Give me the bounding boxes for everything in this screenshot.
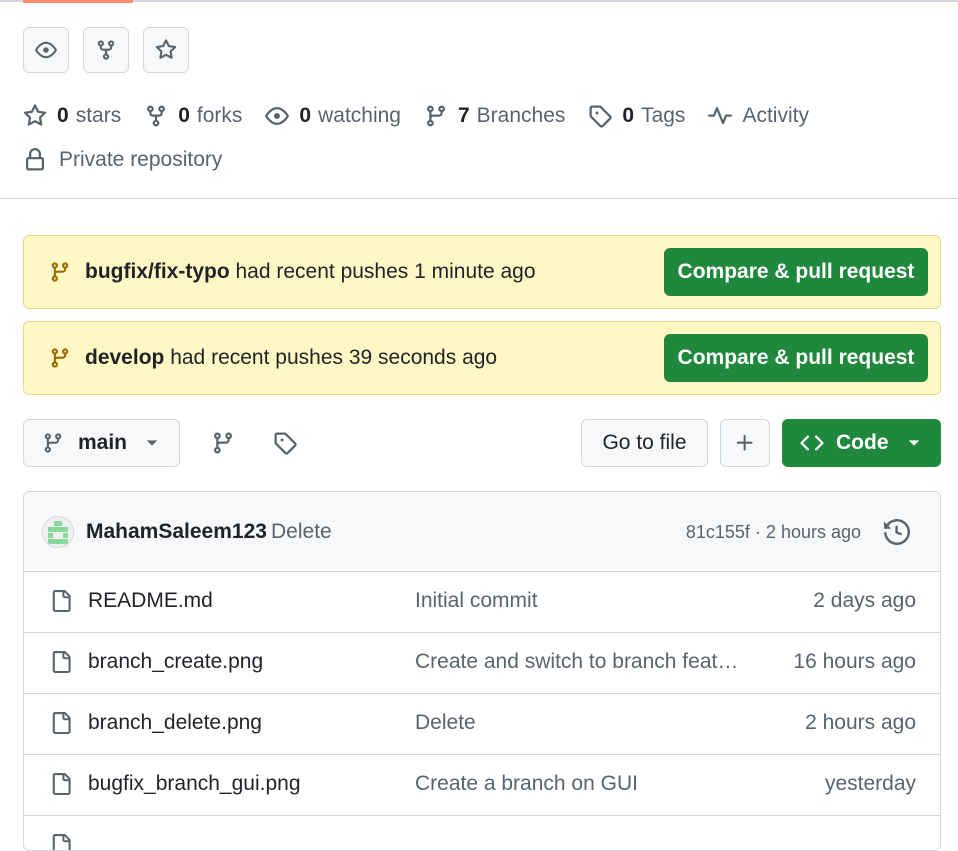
watching-link[interactable]: 0 watching: [265, 104, 401, 128]
tags-count: 0: [622, 104, 635, 127]
table-row: [24, 815, 940, 850]
file-commit-time: 2 hours ago: [805, 711, 916, 734]
file-icon: [52, 651, 71, 673]
branches-label: Branches: [476, 104, 566, 127]
branches-count: 7: [457, 104, 470, 127]
tags-link[interactable]: 0 Tags: [588, 104, 685, 128]
stars-link[interactable]: 0 stars: [23, 104, 121, 128]
banner-branch-name[interactable]: develop: [85, 346, 164, 369]
compare-pull-request-button[interactable]: Compare & pull request: [664, 334, 928, 382]
add-file-button[interactable]: [720, 419, 770, 467]
table-row: README.md Initial commit 2 days ago: [24, 571, 940, 633]
file-name[interactable]: bugfix_branch_gui.png: [88, 772, 301, 796]
repo-forked-icon: [97, 40, 115, 60]
file-name[interactable]: branch_delete.png: [88, 711, 262, 735]
banner-message: develop had recent pushes 39 seconds ago: [85, 346, 497, 370]
git-branch-icon: [426, 105, 445, 127]
git-branch-icon: [44, 433, 62, 453]
banner-message: bugfix/fix-typo had recent pushes 1 minu…: [85, 260, 536, 284]
file-commit-message[interactable]: Delete: [415, 711, 476, 735]
branch-selector[interactable]: main: [23, 419, 180, 467]
activity-link[interactable]: Activity: [708, 104, 809, 128]
file-commit-time: yesterday: [824, 772, 916, 795]
repo-forked-icon: [147, 105, 166, 127]
recent-push-banner: bugfix/fix-typo had recent pushes 1 minu…: [23, 235, 941, 309]
banner-text: had recent pushes 1 minute ago: [235, 260, 536, 283]
active-tab-indicator: [23, 0, 133, 3]
file-icon: [52, 712, 71, 734]
header-divider: [0, 0, 958, 2]
section-divider: [0, 198, 958, 199]
eye-icon: [265, 107, 290, 125]
go-to-file-button[interactable]: Go to file: [581, 419, 708, 467]
lock-icon: [26, 148, 44, 171]
file-name[interactable]: branch_create.png: [88, 650, 263, 674]
file-commit-message[interactable]: Create and switch to branch feat…: [415, 650, 738, 674]
repo-visibility: Private repository: [23, 144, 222, 176]
code-button[interactable]: Code: [782, 419, 941, 467]
forks-label: forks: [196, 104, 243, 127]
compare-pull-request-button[interactable]: Compare & pull request: [664, 248, 928, 296]
triangle-down-icon: [908, 440, 919, 446]
visibility-label: Private repository: [59, 148, 223, 171]
watching-count: 0: [299, 104, 312, 127]
star-icon: [23, 104, 47, 126]
file-commit-message[interactable]: Create a branch on GUI: [415, 772, 638, 796]
commit-hash-time[interactable]: 81c155f · 2 hours ago: [686, 522, 861, 543]
git-branch-icon[interactable]: [211, 431, 235, 455]
branches-link[interactable]: 7 Branches: [424, 104, 565, 128]
file-list: MahamSaleem123 Delete 81c155f · 2 hours …: [23, 491, 941, 851]
file-icon: [52, 834, 71, 850]
file-icon: [52, 773, 71, 795]
avatar[interactable]: [42, 516, 74, 548]
banner-branch-name[interactable]: bugfix/fix-typo: [85, 260, 230, 283]
branch-name: main: [78, 431, 128, 454]
history-icon[interactable]: [884, 519, 910, 545]
table-row: bugfix_branch_gui.png Create a branch on…: [24, 754, 940, 816]
forks-count: 0: [178, 104, 190, 127]
banner-text: had recent pushes 39 seconds ago: [170, 346, 498, 369]
star-icon: [155, 39, 177, 59]
identicon-icon: [43, 517, 73, 547]
file-icon: [52, 590, 71, 612]
stars-label: stars: [75, 104, 122, 127]
recent-push-banner: develop had recent pushes 39 seconds ago…: [23, 321, 941, 395]
forks-link[interactable]: 0 forks: [144, 104, 242, 128]
repo-stats: 0 stars 0 forks 0 watching 7 Branches 0 …: [23, 100, 832, 132]
watch-button[interactable]: [23, 27, 69, 73]
file-commit-time: 2 days ago: [813, 589, 916, 612]
commit-message[interactable]: Delete: [271, 520, 332, 544]
eye-icon: [35, 41, 57, 59]
code-label: Code: [836, 431, 889, 454]
watching-label: watching: [318, 104, 401, 127]
file-commit-message[interactable]: Initial commit: [415, 589, 538, 613]
table-row: branch_delete.png Delete 2 hours ago: [24, 693, 940, 755]
git-branch-icon: [51, 262, 69, 282]
git-branch-icon: [51, 348, 69, 368]
table-row: branch_create.png Create and switch to b…: [24, 632, 940, 694]
fork-button[interactable]: [83, 27, 129, 73]
tag-icon[interactable]: [273, 431, 297, 455]
star-button[interactable]: [143, 27, 189, 73]
code-icon: [800, 435, 824, 451]
tag-icon: [589, 105, 613, 128]
file-commit-time: 16 hours ago: [793, 650, 916, 673]
tags-label: Tags: [641, 104, 686, 127]
stars-count: 0: [57, 104, 69, 127]
file-name[interactable]: README.md: [88, 589, 213, 613]
commit-author[interactable]: MahamSaleem123: [86, 520, 267, 544]
triangle-down-icon: [146, 440, 158, 446]
plus-icon: [736, 434, 753, 451]
pulse-icon: [708, 107, 733, 125]
activity-label: Activity: [742, 104, 809, 127]
latest-commit-header: MahamSaleem123 Delete 81c155f · 2 hours …: [24, 492, 940, 572]
